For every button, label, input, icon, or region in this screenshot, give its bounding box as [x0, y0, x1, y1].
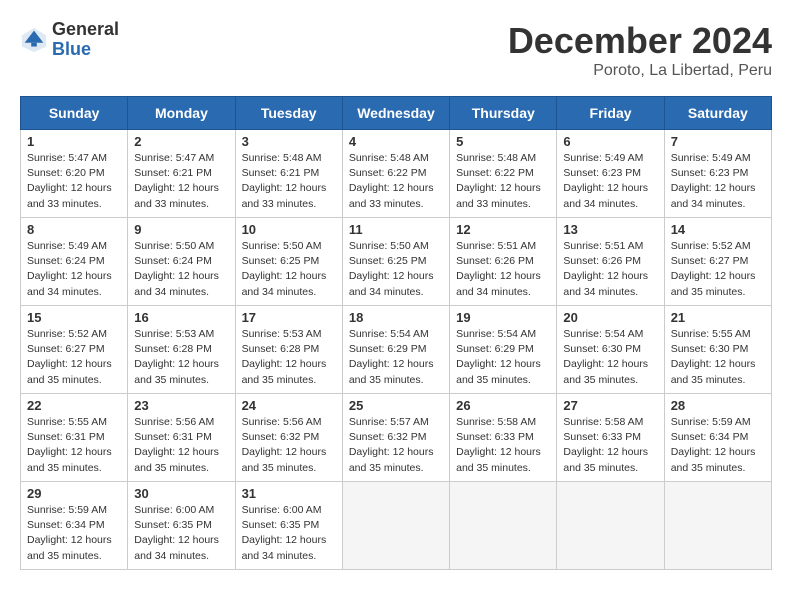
week-row-2: 8 Sunrise: 5:49 AMSunset: 6:24 PMDayligh… [21, 218, 772, 306]
header-monday: Monday [128, 97, 235, 130]
day-26: 26 Sunrise: 5:58 AMSunset: 6:33 PMDaylig… [450, 394, 557, 482]
header-friday: Friday [557, 97, 664, 130]
logo-general-text: General [52, 20, 119, 40]
day-25: 25 Sunrise: 5:57 AMSunset: 6:32 PMDaylig… [342, 394, 449, 482]
empty-cell-2 [450, 482, 557, 570]
header-tuesday: Tuesday [235, 97, 342, 130]
empty-cell-3 [557, 482, 664, 570]
day-17: 17 Sunrise: 5:53 AMSunset: 6:28 PMDaylig… [235, 306, 342, 394]
header-thursday: Thursday [450, 97, 557, 130]
week-row-4: 22 Sunrise: 5:55 AMSunset: 6:31 PMDaylig… [21, 394, 772, 482]
day-13: 13 Sunrise: 5:51 AMSunset: 6:26 PMDaylig… [557, 218, 664, 306]
logo-text: General Blue [52, 20, 119, 60]
header-saturday: Saturday [664, 97, 771, 130]
day-19: 19 Sunrise: 5:54 AMSunset: 6:29 PMDaylig… [450, 306, 557, 394]
month-title: December 2024 [508, 20, 772, 62]
day-29: 29 Sunrise: 5:59 AMSunset: 6:34 PMDaylig… [21, 482, 128, 570]
day-3: 3 Sunrise: 5:48 AMSunset: 6:21 PMDayligh… [235, 130, 342, 218]
day-1: 1 Sunrise: 5:47 AMSunset: 6:20 PMDayligh… [21, 130, 128, 218]
day-30: 30 Sunrise: 6:00 AMSunset: 6:35 PMDaylig… [128, 482, 235, 570]
day-16: 16 Sunrise: 5:53 AMSunset: 6:28 PMDaylig… [128, 306, 235, 394]
empty-cell-1 [342, 482, 449, 570]
calendar-table: Sunday Monday Tuesday Wednesday Thursday… [20, 96, 772, 570]
logo: General Blue [20, 20, 119, 60]
day-21: 21 Sunrise: 5:55 AMSunset: 6:30 PMDaylig… [664, 306, 771, 394]
day-14: 14 Sunrise: 5:52 AMSunset: 6:27 PMDaylig… [664, 218, 771, 306]
day-24: 24 Sunrise: 5:56 AMSunset: 6:32 PMDaylig… [235, 394, 342, 482]
logo-blue-text: Blue [52, 40, 119, 60]
day-11: 11 Sunrise: 5:50 AMSunset: 6:25 PMDaylig… [342, 218, 449, 306]
header-sunday: Sunday [21, 97, 128, 130]
day-20: 20 Sunrise: 5:54 AMSunset: 6:30 PMDaylig… [557, 306, 664, 394]
empty-cell-4 [664, 482, 771, 570]
day-15: 15 Sunrise: 5:52 AMSunset: 6:27 PMDaylig… [21, 306, 128, 394]
day-27: 27 Sunrise: 5:58 AMSunset: 6:33 PMDaylig… [557, 394, 664, 482]
day-9: 9 Sunrise: 5:50 AMSunset: 6:24 PMDayligh… [128, 218, 235, 306]
week-row-5: 29 Sunrise: 5:59 AMSunset: 6:34 PMDaylig… [21, 482, 772, 570]
day-23: 23 Sunrise: 5:56 AMSunset: 6:31 PMDaylig… [128, 394, 235, 482]
day-4: 4 Sunrise: 5:48 AMSunset: 6:22 PMDayligh… [342, 130, 449, 218]
day-2: 2 Sunrise: 5:47 AMSunset: 6:21 PMDayligh… [128, 130, 235, 218]
week-row-3: 15 Sunrise: 5:52 AMSunset: 6:27 PMDaylig… [21, 306, 772, 394]
day-6: 6 Sunrise: 5:49 AMSunset: 6:23 PMDayligh… [557, 130, 664, 218]
weekday-header-row: Sunday Monday Tuesday Wednesday Thursday… [21, 97, 772, 130]
week-row-1: 1 Sunrise: 5:47 AMSunset: 6:20 PMDayligh… [21, 130, 772, 218]
title-block: December 2024 Poroto, La Libertad, Peru [508, 20, 772, 80]
day-31: 31 Sunrise: 6:00 AMSunset: 6:35 PMDaylig… [235, 482, 342, 570]
day-22: 22 Sunrise: 5:55 AMSunset: 6:31 PMDaylig… [21, 394, 128, 482]
page-header: General Blue December 2024 Poroto, La Li… [20, 20, 772, 80]
day-8: 8 Sunrise: 5:49 AMSunset: 6:24 PMDayligh… [21, 218, 128, 306]
day-28: 28 Sunrise: 5:59 AMSunset: 6:34 PMDaylig… [664, 394, 771, 482]
day-12: 12 Sunrise: 5:51 AMSunset: 6:26 PMDaylig… [450, 218, 557, 306]
day-5: 5 Sunrise: 5:48 AMSunset: 6:22 PMDayligh… [450, 130, 557, 218]
header-wednesday: Wednesday [342, 97, 449, 130]
logo-icon [20, 26, 48, 54]
day-10: 10 Sunrise: 5:50 AMSunset: 6:25 PMDaylig… [235, 218, 342, 306]
day-7: 7 Sunrise: 5:49 AMSunset: 6:23 PMDayligh… [664, 130, 771, 218]
day-18: 18 Sunrise: 5:54 AMSunset: 6:29 PMDaylig… [342, 306, 449, 394]
location-title: Poroto, La Libertad, Peru [508, 62, 772, 80]
